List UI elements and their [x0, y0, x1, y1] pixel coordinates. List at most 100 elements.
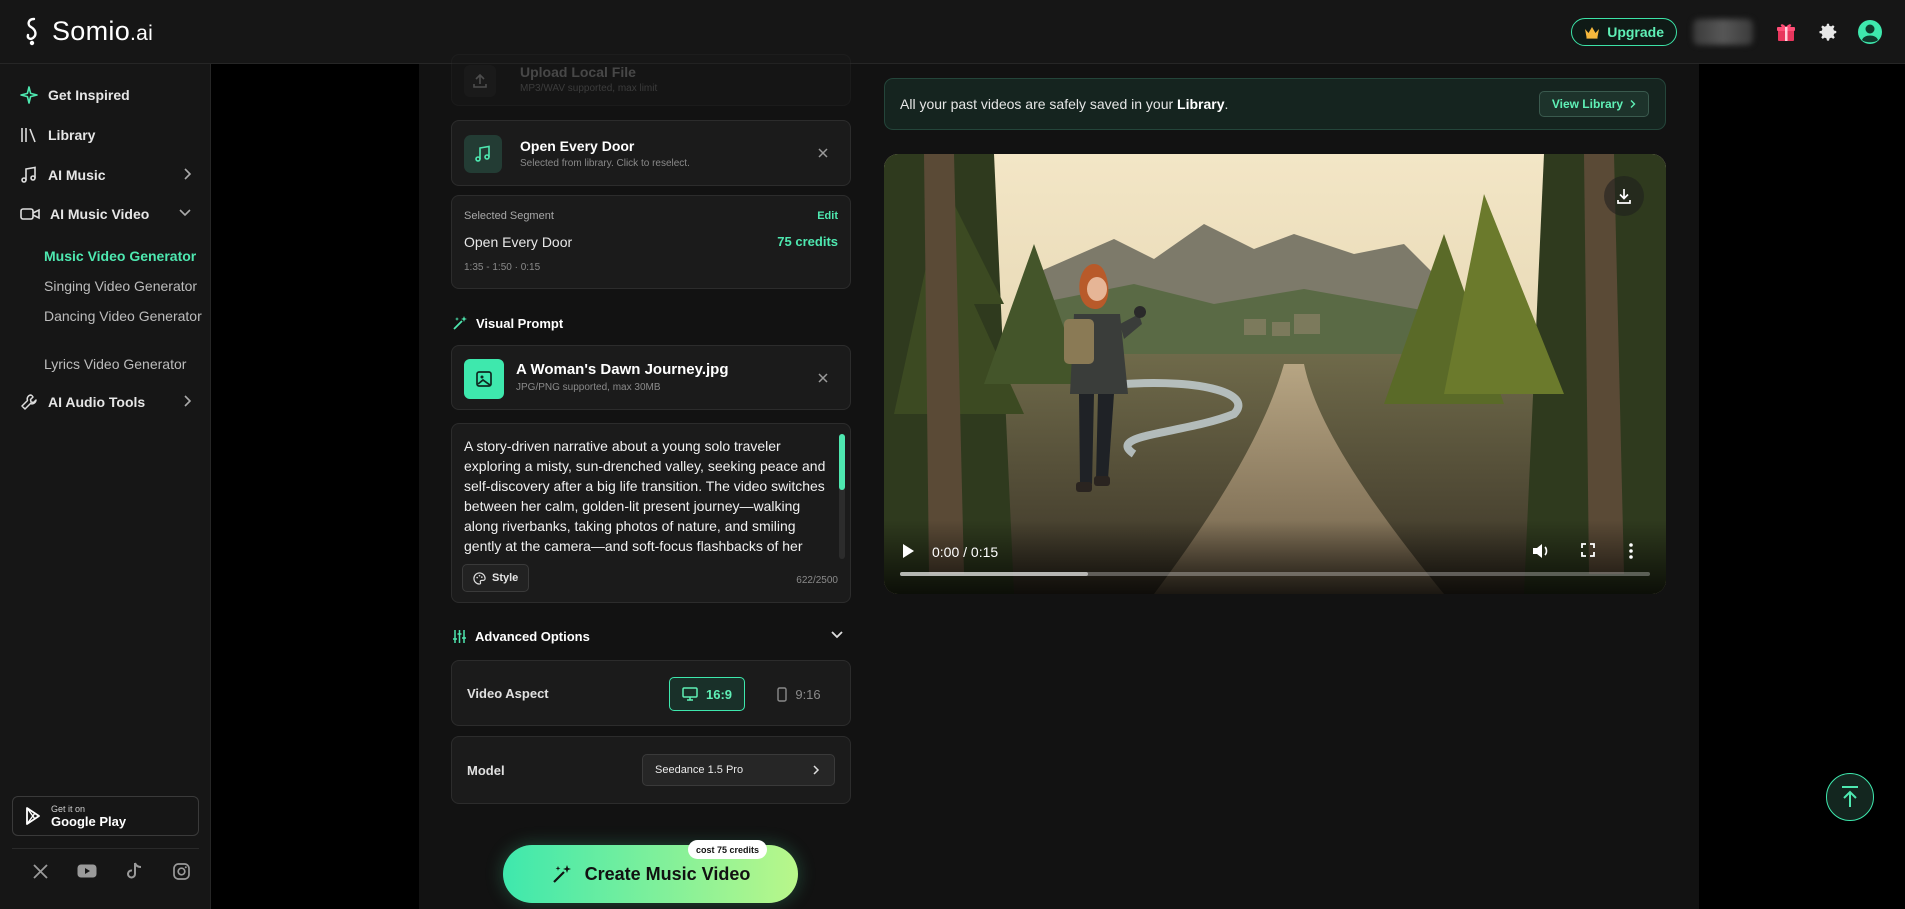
volume-icon[interactable]	[1531, 542, 1551, 560]
advanced-options-heading[interactable]: Advanced Options	[452, 629, 590, 644]
chevron-right-icon	[1630, 100, 1636, 108]
aspect-9-16-button[interactable]: 9:16	[764, 677, 834, 711]
selected-segment-card: Selected Segment Edit Open Every Door 75…	[451, 195, 851, 289]
chevron-down-icon	[179, 209, 191, 217]
magic-wand-icon	[552, 865, 571, 883]
prompt-scrollbar-thumb[interactable]	[839, 434, 845, 490]
image-file-name: A Woman's Dawn Journey.jpg	[516, 361, 729, 378]
remove-song-button[interactable]	[816, 146, 830, 160]
prompt-textarea[interactable]: A story-driven narrative about a young s…	[451, 423, 851, 603]
sparkle-icon	[20, 86, 38, 104]
upload-title: Upload Local File	[520, 64, 636, 80]
chevron-right-icon	[184, 395, 192, 407]
reference-image-card[interactable]: A Woman's Dawn Journey.jpg JPG/PNG suppo…	[451, 345, 851, 410]
close-icon	[818, 373, 828, 383]
video-controls: 0:00 / 0:15	[884, 520, 1666, 594]
selected-song-card[interactable]: Open Every Door Selected from library. C…	[451, 120, 851, 186]
music-note-icon	[464, 135, 502, 173]
library-notice: All your past videos are safely saved in…	[884, 78, 1666, 130]
model-row: Model Seedance 1.5 Pro	[451, 736, 851, 804]
tiktok-icon[interactable]	[124, 861, 144, 881]
download-button[interactable]	[1604, 176, 1644, 216]
logo-icon	[26, 17, 37, 45]
video-time: 0:00 / 0:15	[932, 544, 999, 560]
sidebar-item-ai-music[interactable]: AI Music	[20, 166, 192, 184]
song-hint: Selected from library. Click to reselect…	[520, 158, 690, 169]
visual-prompt-heading: Visual Prompt	[452, 315, 563, 331]
remove-image-button[interactable]	[816, 371, 830, 385]
gear-icon[interactable]	[1815, 19, 1841, 45]
view-library-button[interactable]: View Library	[1538, 91, 1649, 117]
crown-icon	[1585, 26, 1600, 39]
prompt-char-count: 622/2500	[796, 575, 838, 586]
wrench-icon	[21, 394, 37, 410]
video-camera-icon	[20, 208, 40, 220]
arrow-up-icon	[1842, 786, 1858, 807]
sidebar-item-library[interactable]: Library	[20, 126, 192, 144]
gift-icon[interactable]	[1773, 19, 1799, 45]
play-icon[interactable]	[900, 542, 916, 560]
prompt-scrollbar[interactable]	[839, 434, 845, 559]
segment-credits: 75 credits	[777, 234, 838, 249]
logo[interactable]: Somio.ai	[22, 16, 153, 47]
sidebar-item-ai-music-video[interactable]: AI Music Video	[20, 206, 192, 222]
sidebar: Get Inspired Library AI Music AI Music V…	[0, 64, 211, 909]
video-aspect-label: Video Aspect	[467, 686, 549, 701]
upgrade-button[interactable]: Upgrade	[1571, 18, 1677, 46]
google-play-button[interactable]: Get it on Google Play	[12, 796, 199, 836]
user-credits-blurred	[1693, 19, 1753, 45]
model-label: Model	[467, 763, 505, 778]
sidebar-sub-singing-video-generator[interactable]: Singing Video Generator	[44, 278, 204, 295]
magic-wand-icon	[453, 316, 467, 330]
video-buffered	[900, 572, 1088, 576]
aspect-16-9-button[interactable]: 16:9	[669, 677, 745, 711]
brand-name: Somio.ai	[52, 16, 154, 46]
google-play-big-text: Google Play	[51, 813, 127, 829]
chevron-right-icon	[813, 765, 820, 775]
song-title: Open Every Door	[520, 138, 635, 154]
library-notice-text: All your past videos are safely saved in…	[900, 96, 1229, 112]
chevron-down-icon[interactable]	[830, 630, 844, 640]
scroll-to-top-button[interactable]	[1826, 773, 1874, 821]
close-icon	[818, 148, 828, 158]
social-links	[30, 861, 191, 881]
avatar-icon[interactable]	[1857, 19, 1883, 45]
google-play-icon	[26, 807, 40, 825]
sidebar-sub-lyrics-video-generator[interactable]: Lyrics Video Generator	[44, 356, 204, 373]
image-icon	[464, 359, 504, 399]
fullscreen-icon[interactable]	[1580, 542, 1596, 558]
segment-name: Open Every Door	[464, 234, 573, 250]
style-button[interactable]: Style	[462, 564, 530, 592]
sidebar-item-get-inspired[interactable]: Get Inspired	[20, 86, 192, 104]
video-player[interactable]: 0:00 / 0:15	[884, 154, 1666, 594]
video-aspect-row: Video Aspect 16:9 9:16	[451, 660, 851, 726]
sidebar-sub-dancing-video-generator[interactable]: Dancing Video Generator	[44, 308, 204, 325]
prompt-text[interactable]: A story-driven narrative about a young s…	[464, 436, 834, 558]
video-progress-bar[interactable]	[900, 572, 1650, 576]
sidebar-divider	[12, 848, 199, 849]
sidebar-sub-music-video-generator[interactable]: Music Video Generator	[44, 248, 204, 265]
segment-time: 1:35 - 1:50 · 0:15	[464, 262, 541, 273]
library-icon	[21, 128, 36, 143]
google-play-small-text: Get it on	[51, 803, 86, 814]
x-icon[interactable]	[30, 861, 50, 881]
segment-label: Selected Segment	[464, 210, 554, 222]
top-bar: Somio.ai Upgrade	[0, 0, 1905, 64]
model-select[interactable]: Seedance 1.5 Pro	[642, 754, 835, 786]
download-icon	[1617, 189, 1631, 204]
more-options-icon[interactable]	[1628, 542, 1634, 560]
instagram-icon[interactable]	[171, 861, 191, 881]
upload-local-file[interactable]: Upload Local File MP3/WAV supported, max…	[451, 54, 851, 106]
sidebar-item-ai-audio-tools[interactable]: AI Audio Tools	[20, 393, 192, 411]
upload-hint: MP3/WAV supported, max limit	[520, 83, 658, 94]
segment-edit-link[interactable]: Edit	[817, 210, 838, 222]
image-file-hint: JPG/PNG supported, max 30MB	[516, 382, 661, 393]
cost-badge: cost 75 credits	[688, 840, 768, 859]
music-note-icon	[21, 166, 36, 183]
phone-icon	[777, 686, 788, 702]
palette-icon	[473, 571, 486, 585]
monitor-icon	[682, 687, 698, 701]
youtube-icon[interactable]	[77, 861, 97, 881]
upload-icon	[464, 65, 496, 97]
sliders-icon	[453, 630, 466, 643]
